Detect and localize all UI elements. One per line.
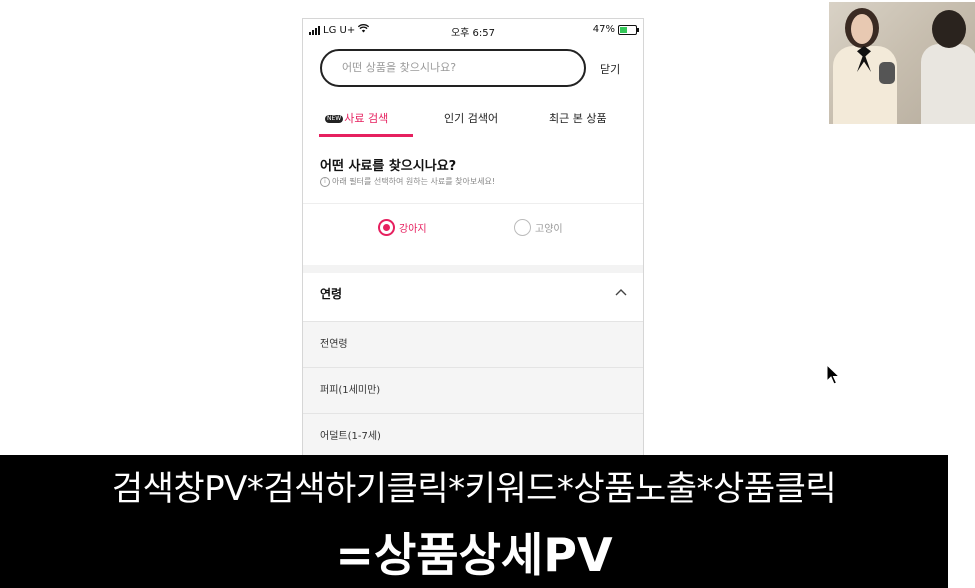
status-bar: LG U+ 오후 6:57 47%	[303, 19, 643, 43]
search-row: 어떤 상품을 찾으시나요? 닫기	[303, 49, 643, 91]
tab-recent-products[interactable]: 최근 본 상품	[549, 111, 607, 139]
radio-cat[interactable]: 고양이	[514, 219, 563, 236]
subtitle-text: 아래 필터를 선택하여 원하는 사료를 찾아보세요!	[332, 177, 496, 186]
radio-cat-label: 고양이	[535, 224, 563, 235]
webcam-overlay	[829, 2, 975, 124]
active-tab-indicator	[319, 134, 413, 137]
phone-screen: LG U+ 오후 6:57 47% 어떤 상품을 찾으시나요? 닫기 NEW 사료…	[302, 18, 644, 469]
age-option-puppy[interactable]: 퍼피(1세미만)	[303, 367, 643, 413]
age-option-adult[interactable]: 어덜트(1-7세)	[303, 413, 643, 459]
info-icon: i	[320, 176, 330, 187]
radio-unchecked-icon	[514, 219, 531, 236]
new-badge: NEW	[325, 115, 344, 123]
tab-bar: NEW 사료 검색 인기 검색어 최근 본 상품	[303, 111, 643, 141]
radio-dog[interactable]: 강아지	[378, 219, 427, 236]
battery-icon	[618, 24, 639, 35]
caption-line-1: 검색창PV*검색하기클릭*키워드*상품노출*상품클릭	[111, 469, 837, 509]
pet-type-selector: 강아지 고양이	[303, 219, 643, 247]
close-button[interactable]: 닫기	[600, 61, 620, 77]
tab-popular-keywords[interactable]: 인기 검색어	[444, 111, 498, 139]
age-option-all[interactable]: 전연령	[303, 321, 643, 367]
section-divider	[303, 265, 643, 273]
age-filter-header[interactable]: 연령	[303, 273, 643, 321]
caption-line-2: =상품상세PV	[335, 528, 613, 582]
divider	[303, 203, 643, 204]
mouse-cursor-icon	[826, 364, 840, 385]
chevron-up-icon[interactable]	[615, 285, 627, 299]
battery-percent: 47%	[592, 24, 615, 35]
tab-label: 사료 검색	[344, 112, 389, 125]
subtitle-caption: 검색창PV*검색하기클릭*키워드*상품노출*상품클릭 =상품상세PV	[0, 455, 948, 588]
age-filter-title: 연령	[320, 287, 343, 301]
radio-checked-icon	[378, 219, 395, 236]
microphone-icon	[879, 62, 895, 84]
radio-dog-label: 강아지	[399, 224, 427, 235]
feed-search-subtitle: i 아래 필터를 선택하여 원하는 사료를 찾아보세요!	[320, 176, 495, 187]
age-options-list: 전연령 퍼피(1세미만) 어덜트(1-7세)	[303, 321, 643, 459]
search-input[interactable]: 어떤 상품을 찾으시나요?	[320, 49, 586, 87]
feed-search-title: 어떤 사료를 찾으시나요?	[320, 159, 457, 174]
